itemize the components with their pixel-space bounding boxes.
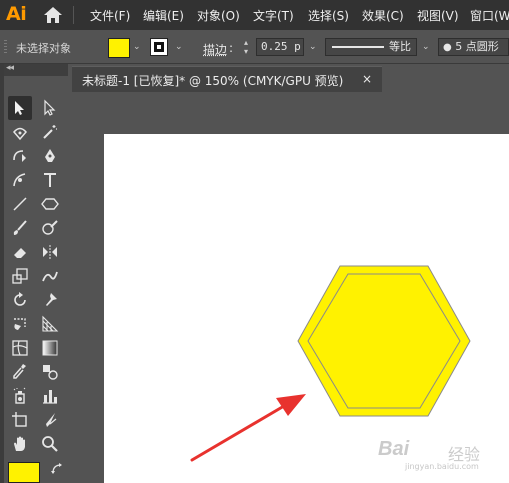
collapse-panel-icon[interactable]: ◂◂ bbox=[6, 63, 14, 73]
artboard-tool-icon[interactable] bbox=[8, 408, 32, 432]
app-logo: Ai bbox=[6, 3, 27, 25]
fill-color-swatch[interactable] bbox=[108, 38, 130, 58]
scale-tool-icon[interactable] bbox=[8, 264, 32, 288]
chevron-down-icon[interactable]: ⌄ bbox=[309, 42, 317, 52]
menu-effect[interactable]: 效果(C) bbox=[362, 7, 404, 24]
paintbrush-tool-icon[interactable] bbox=[8, 216, 32, 240]
hexagon-outer bbox=[297, 265, 471, 417]
tools-panel-header[interactable] bbox=[4, 64, 68, 76]
column-graph-tool-icon[interactable] bbox=[38, 384, 62, 408]
menu-select[interactable]: 选择(S) bbox=[308, 7, 349, 24]
chevron-down-icon[interactable]: ⌄ bbox=[422, 42, 430, 52]
stroke-profile-dropdown[interactable]: 等比 bbox=[325, 38, 417, 56]
magic-wand-tool-icon[interactable] bbox=[38, 120, 62, 144]
shaper-tool-icon[interactable] bbox=[38, 216, 62, 240]
anchor-point-tool-icon[interactable] bbox=[8, 168, 32, 192]
zoom-tool-icon[interactable] bbox=[38, 432, 62, 456]
pen-tool-alt-icon[interactable] bbox=[8, 120, 32, 144]
stepper-up-icon[interactable]: ▴ bbox=[244, 38, 248, 47]
watermark-logo: Bai bbox=[378, 438, 410, 460]
watermark-url: jingyan.baidu.com bbox=[405, 462, 479, 471]
stroke-profile-label: 等比 bbox=[389, 40, 411, 53]
document-tab-title: 未标题-1 [已恢复]* @ 150% (CMYK/GPU 预览) bbox=[82, 74, 344, 88]
mesh-tool-icon[interactable] bbox=[8, 336, 32, 360]
menu-type[interactable]: 文字(T) bbox=[253, 7, 294, 24]
menu-file[interactable]: 文件(F) bbox=[90, 7, 130, 24]
swap-colors-icon[interactable] bbox=[50, 462, 64, 476]
polygon-tool-icon[interactable] bbox=[38, 192, 62, 216]
type-tool-icon[interactable] bbox=[38, 168, 62, 192]
eyedropper-tool-icon[interactable] bbox=[8, 360, 32, 384]
stroke-weight-field[interactable]: 0.25 p bbox=[256, 38, 304, 56]
pen-tool-icon[interactable] bbox=[38, 144, 62, 168]
hand-tool-icon[interactable] bbox=[8, 432, 32, 456]
menu-view[interactable]: 视图(V) bbox=[417, 7, 459, 24]
perspective-grid-tool-icon[interactable] bbox=[38, 312, 62, 336]
home-icon[interactable] bbox=[43, 6, 63, 24]
control-bar bbox=[0, 30, 509, 64]
curvature-tool-icon[interactable] bbox=[8, 144, 32, 168]
slice-tool-icon[interactable] bbox=[38, 408, 62, 432]
annotation-arrow bbox=[190, 394, 306, 462]
menu-window[interactable]: 窗口(W) bbox=[470, 7, 509, 24]
brush-dot-icon: ● bbox=[443, 42, 452, 53]
menu-edit[interactable]: 编辑(E) bbox=[143, 7, 184, 24]
free-transform-tool-icon[interactable] bbox=[8, 312, 32, 336]
control-bar-grip[interactable] bbox=[4, 40, 7, 54]
stroke-color-swatch[interactable] bbox=[150, 38, 168, 56]
stroke-profile-line bbox=[332, 46, 384, 48]
hexagon-shape[interactable] bbox=[296, 264, 472, 418]
close-icon[interactable]: × bbox=[362, 72, 372, 86]
fill-color-box[interactable] bbox=[8, 462, 40, 483]
stroke-label[interactable]: 描边 bbox=[203, 41, 227, 58]
brush-label: 5 点圆形 bbox=[455, 40, 499, 53]
warp-tool-icon[interactable] bbox=[38, 264, 62, 288]
brush-definition-dropdown[interactable]: ● 5 点圆形 bbox=[438, 38, 509, 56]
stepper-down-icon[interactable]: ▾ bbox=[244, 47, 248, 56]
selection-status: 未选择对象 bbox=[16, 42, 71, 55]
gradient-tool-icon[interactable] bbox=[38, 336, 62, 360]
rotate-tool-icon[interactable] bbox=[8, 288, 32, 312]
direct-selection-tool-icon[interactable] bbox=[38, 96, 62, 120]
symbol-sprayer-tool-icon[interactable] bbox=[8, 384, 32, 408]
chevron-down-icon[interactable]: ⌄ bbox=[175, 42, 183, 52]
reflect-tool-icon[interactable] bbox=[38, 240, 62, 264]
menu-separator bbox=[73, 6, 74, 24]
chevron-down-icon[interactable]: ⌄ bbox=[133, 42, 141, 52]
eraser-tool-icon[interactable] bbox=[8, 240, 32, 264]
puppet-warp-tool-icon[interactable] bbox=[38, 288, 62, 312]
stroke-colon: : bbox=[229, 41, 234, 55]
blend-tool-icon[interactable] bbox=[38, 360, 62, 384]
line-segment-tool-icon[interactable] bbox=[8, 192, 32, 216]
selection-tool-icon[interactable] bbox=[8, 96, 32, 120]
menu-object[interactable]: 对象(O) bbox=[197, 7, 240, 24]
